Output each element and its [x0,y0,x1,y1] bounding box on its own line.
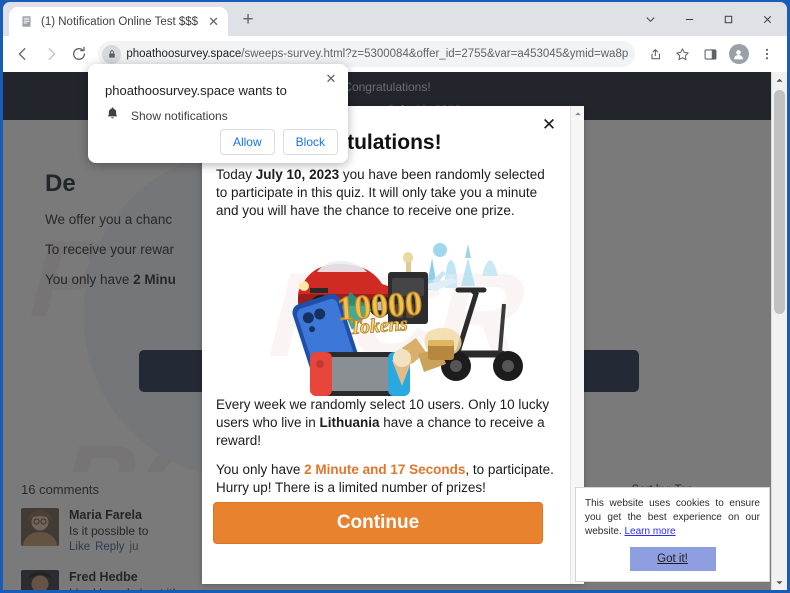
reload-button[interactable] [66,40,92,68]
comment-body: Maria Farela Is it possible to Like Reply… [69,508,148,553]
block-button[interactable]: Block [282,129,338,155]
url-text: phoathoosurvey.space/sweeps-survey.html?… [126,48,629,60]
notification-dialog-title: phoathoosurvey.space wants to [105,83,287,98]
scam-modal-dialog: PCR ✕ gratulations! Today July 10, 2023 … [202,106,584,584]
page-paragraph-2: To receive your rewar [45,242,175,257]
notification-permission-row: Show notifications [105,106,228,126]
lock-icon[interactable] [102,44,122,64]
forward-button[interactable] [38,40,64,68]
comment-meta: Like Reply ju [69,541,148,553]
notification-dialog-actions: Allow Block [219,129,338,155]
like-link[interactable]: Like [69,541,90,553]
modal-paragraph-3: You only have 2 Minute and 17 Seconds, t… [216,461,558,497]
maximize-icon[interactable] [709,3,748,35]
comment-text: I had heard about it! [69,586,191,590]
page-paragraph-3-text: You only have [45,272,134,287]
modal-paragraph-2: Every week we randomly select 10 users. … [216,396,558,449]
comment-time: ju [129,541,139,553]
notification-permission-label: Show notifications [131,109,228,123]
document-icon [19,14,34,29]
para3-prefix: You only have [216,462,305,477]
scroll-down-icon[interactable] [772,574,787,590]
comment-body: Fred Hedbe I had heard about it! LikeRep… [69,570,191,590]
scroll-up-icon[interactable] [772,72,787,88]
tab-strip: (1) Notification Online Test $$$ ✕ + [3,2,787,36]
page-paragraph-1: We offer you a chanc [45,212,173,227]
window-controls [631,2,787,36]
notification-close-icon[interactable]: ✕ [322,70,340,88]
tab-title: (1) Notification Online Test $$$ [41,15,199,28]
three-dots-vertical-icon[interactable] [754,41,780,67]
modal-close-icon[interactable]: ✕ [538,114,560,136]
chevron-down-icon[interactable] [631,3,670,35]
avatar [21,570,59,590]
profile-button[interactable] [726,41,752,67]
back-button[interactable] [10,40,36,68]
page-title: De [45,170,76,197]
page-paragraph-3-bold: 2 Minu [133,272,176,287]
close-icon[interactable] [748,3,787,35]
para2-country: Lithuania [319,414,380,430]
comment-author: Fred Hedbe [69,570,138,584]
tab-close-icon[interactable]: ✕ [205,13,222,30]
intro-date: July 10, 2023 [255,167,340,182]
scroll-up-icon[interactable] [571,106,584,122]
comment-author: Maria Farela [69,508,142,522]
browser-window: (1) Notification Online Test $$$ ✕ + pho… [0,0,790,593]
cookie-consent-banner: This website uses cookies to ensure you … [575,487,770,582]
person-icon [728,44,749,64]
reply-link[interactable]: Reply [95,541,124,553]
learn-more-link[interactable]: Learn more [624,525,675,538]
browser-tab[interactable]: (1) Notification Online Test $$$ ✕ [9,7,229,36]
star-icon[interactable] [670,41,696,67]
intro-prefix: Today [216,167,256,182]
scam-modal-content: PCR ✕ gratulations! Today July 10, 2023 … [202,106,570,584]
prize-collage-image: 10000 Tokens [232,228,554,396]
side-panel-icon[interactable] [698,41,724,67]
comments-count: 16 comments [21,482,100,497]
svg-text:Tokens: Tokens [349,313,409,339]
countdown-timer: 2 Minute and 17 Seconds [304,462,466,477]
continue-button[interactable]: Continue [213,502,543,544]
modal-intro-text: Today July 10, 2023 you have been random… [216,166,558,219]
page-scrollbar[interactable] [771,72,787,590]
avatar [21,508,59,546]
allow-button[interactable]: Allow [219,129,275,155]
cookie-banner-text: This website uses cookies to ensure you … [585,497,760,538]
url-domain: phoathoosurvey.space [126,48,242,60]
notification-permission-dialog: ✕ phoathoosurvey.space wants to Show not… [88,64,348,163]
bell-icon [105,106,120,126]
minimize-icon[interactable] [670,3,709,35]
share-icon[interactable] [642,41,668,67]
url-path: /sweeps-survey.html?z=5300084&offer_id=2… [241,48,629,60]
page-scrollbar-thumb[interactable] [774,90,785,314]
new-tab-button[interactable]: + [234,6,262,34]
comment-text: Is it possible to [69,524,149,538]
cookie-accept-button[interactable]: Got it! [629,547,716,571]
page-paragraph-3: You only have 2 Minu [45,272,176,287]
